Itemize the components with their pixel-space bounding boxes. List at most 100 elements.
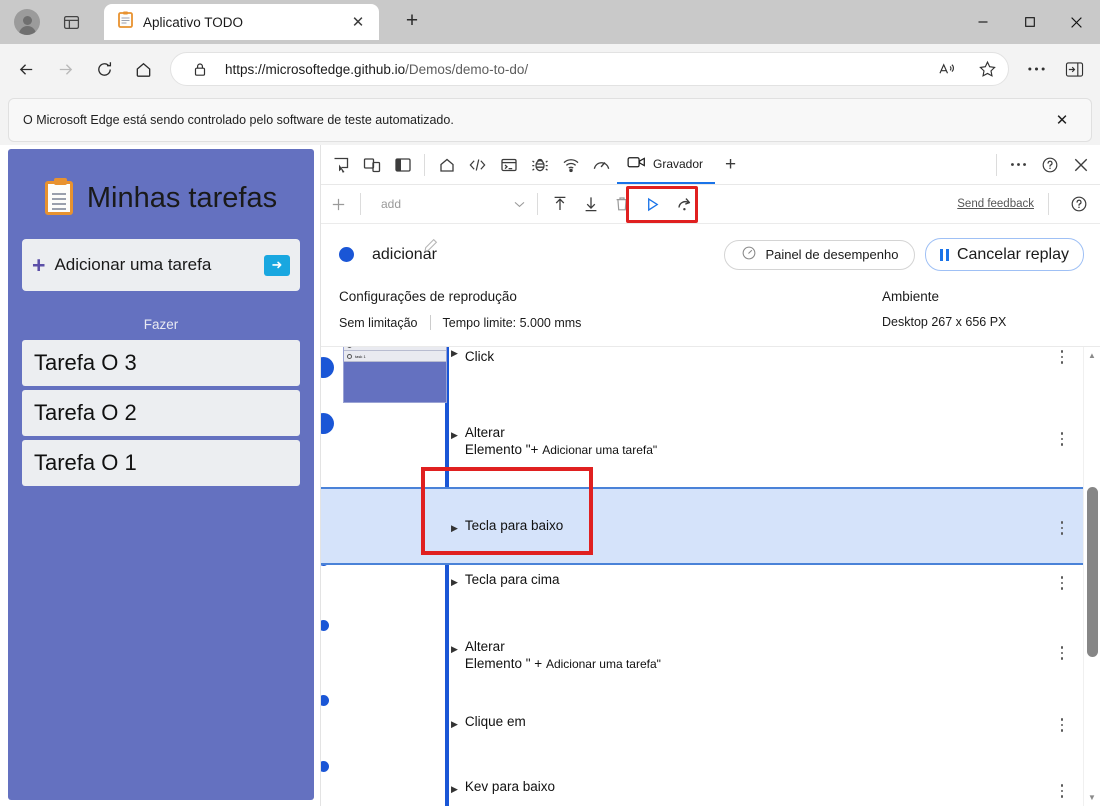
content-area: Minhas tarefas + Adicionar uma tarefa ➜ … xyxy=(0,145,1100,806)
throttling-value[interactable]: Sem limitação xyxy=(339,316,418,330)
add-task-input[interactable]: Adicionar uma tarefa xyxy=(54,255,255,275)
expand-triangle-icon[interactable]: ▶ xyxy=(451,644,458,655)
inspect-icon[interactable] xyxy=(325,149,356,180)
list-item[interactable]: Tarefa O 2 xyxy=(22,390,300,436)
step-label: Alterar xyxy=(465,424,657,442)
device-emulation-icon[interactable] xyxy=(356,149,387,180)
kebab-menu-icon[interactable] xyxy=(1055,432,1069,446)
plus-icon: + xyxy=(32,254,45,277)
network-icon[interactable] xyxy=(555,149,586,180)
console-icon[interactable] xyxy=(493,149,524,180)
import-upload-icon[interactable] xyxy=(544,189,575,220)
browser-navbar: https://microsoftedge.github.io/Demos/de… xyxy=(0,44,1100,94)
profile-avatar-icon[interactable] xyxy=(10,5,44,39)
automation-banner: O Microsoft Edge está sendo controlado p… xyxy=(8,98,1092,142)
submit-arrow-icon[interactable]: ➜ xyxy=(264,255,290,276)
table-row[interactable]: ▶ Click xyxy=(321,347,1083,413)
recorder-help-icon[interactable] xyxy=(1063,189,1094,220)
kebab-menu-icon[interactable] xyxy=(1055,784,1069,798)
performance-panel-button[interactable]: Painel de desempenho xyxy=(724,240,915,270)
url-path: /Demos/demo-to-do/ xyxy=(405,62,528,77)
tab-close-icon[interactable]: ✕ xyxy=(345,9,371,35)
devtools-help-icon[interactable] xyxy=(1034,149,1065,180)
settings-divider xyxy=(430,315,431,330)
export-download-icon[interactable] xyxy=(575,189,606,220)
step-detail-prefix: Elemento xyxy=(465,656,522,671)
expand-triangle-icon[interactable]: ▶ xyxy=(451,348,458,359)
devtools-panel: Gravador + xyxy=(320,145,1100,806)
window-controls xyxy=(959,0,1100,44)
kebab-menu-icon[interactable] xyxy=(1055,521,1069,535)
tab-favicon-clipboard-icon xyxy=(118,11,133,33)
step-label: Click xyxy=(465,348,494,366)
step-over-icon[interactable] xyxy=(668,189,699,220)
expand-triangle-icon[interactable]: ▶ xyxy=(451,719,458,730)
favorite-star-icon[interactable] xyxy=(972,54,1002,84)
browser-tab[interactable]: Aplicativo TODO ✕ xyxy=(104,4,379,40)
table-row[interactable]: ▶ Clique em xyxy=(321,705,1083,771)
lock-icon[interactable] xyxy=(185,54,215,84)
kebab-menu-icon[interactable] xyxy=(1055,576,1069,590)
expand-triangle-icon[interactable]: ▶ xyxy=(451,784,458,795)
read-aloud-icon[interactable] xyxy=(932,54,962,84)
play-triangle-icon[interactable] xyxy=(637,189,668,220)
toolbar-divider xyxy=(424,154,425,176)
automation-banner-text: O Microsoft Edge está sendo controlado p… xyxy=(23,113,1047,127)
table-row[interactable]: ▶ Alterar Elemento "+ Adicionar uma tare… xyxy=(321,413,1083,487)
table-row[interactable]: ▶ Tecla para cima xyxy=(321,565,1083,631)
timeout-value[interactable]: Tempo limite: 5.000 mms xyxy=(443,316,582,330)
url-host: https://microsoftedge.github.io xyxy=(225,62,405,77)
step-detail-quote: " + xyxy=(526,656,542,671)
environment-value: Desktop 267 x 656 PX xyxy=(882,315,1006,329)
table-row[interactable]: ▶ Alterar Elemento " + Adicionar uma tar… xyxy=(321,631,1083,705)
forward-icon xyxy=(47,51,83,87)
browser-more-icon[interactable] xyxy=(1018,51,1054,87)
add-task-row[interactable]: + Adicionar uma tarefa ➜ xyxy=(22,239,300,291)
performance-icon[interactable] xyxy=(586,149,617,180)
reload-icon[interactable] xyxy=(86,51,122,87)
window-minimize-button[interactable] xyxy=(959,0,1006,44)
scrollbar-thumb[interactable] xyxy=(1087,487,1098,657)
kebab-menu-icon[interactable] xyxy=(1055,718,1069,732)
list-item[interactable]: Tarefa O 3 xyxy=(22,340,300,386)
gauge-icon xyxy=(741,245,757,264)
playback-settings-title: Configurações de reprodução xyxy=(339,289,581,304)
expand-triangle-icon[interactable]: ▶ xyxy=(451,523,458,534)
pencil-icon[interactable] xyxy=(423,237,439,258)
devtools-toolbar: Gravador + xyxy=(321,145,1100,185)
table-row-selected[interactable]: ▶ Tecla para baixo xyxy=(321,487,1083,565)
address-bar[interactable]: https://microsoftedge.github.io/Demos/de… xyxy=(170,52,1009,86)
elements-icon[interactable] xyxy=(462,149,493,180)
new-tab-button[interactable]: + xyxy=(395,4,429,38)
devtools-close-icon[interactable] xyxy=(1065,149,1096,180)
cancel-replay-button[interactable]: Cancelar replay xyxy=(925,238,1084,271)
scroll-up-icon[interactable]: ▲ xyxy=(1084,347,1100,364)
expand-triangle-icon[interactable]: ▶ xyxy=(451,577,458,588)
steps-scrollbar[interactable]: ▲ ▼ xyxy=(1083,347,1100,806)
kebab-menu-icon[interactable] xyxy=(1055,646,1069,660)
sources-debugger-icon[interactable] xyxy=(524,149,555,180)
create-recording-icon[interactable] xyxy=(323,189,354,220)
browser-sidebar-icon[interactable] xyxy=(1056,51,1092,87)
scroll-down-icon[interactable]: ▼ xyxy=(1084,789,1100,806)
trash-icon[interactable] xyxy=(606,189,637,220)
table-row[interactable]: ▶ Kev para baixo xyxy=(321,771,1083,806)
home-icon[interactable] xyxy=(125,51,161,87)
automation-banner-close-icon[interactable]: ✕ xyxy=(1047,105,1077,135)
expand-triangle-icon[interactable]: ▶ xyxy=(451,430,458,441)
send-feedback-link[interactable]: Send feedback xyxy=(957,198,1034,210)
tab-actions-icon[interactable] xyxy=(54,5,88,39)
tab-title: Aplicativo TODO xyxy=(143,15,335,30)
devtools-more-icon[interactable] xyxy=(1003,149,1034,180)
recording-select[interactable]: add xyxy=(371,192,531,216)
window-maximize-button[interactable] xyxy=(1006,0,1053,44)
back-icon[interactable] xyxy=(8,51,44,87)
welcome-home-icon[interactable] xyxy=(431,149,462,180)
list-item[interactable]: Tarefa O 1 xyxy=(22,440,300,486)
window-close-button[interactable] xyxy=(1053,0,1100,44)
performance-panel-label: Painel de desempenho xyxy=(765,247,898,262)
kebab-menu-icon[interactable] xyxy=(1055,350,1069,364)
tab-gravador[interactable]: Gravador xyxy=(617,145,715,184)
add-panel-button[interactable]: + xyxy=(715,149,746,180)
dock-side-icon[interactable] xyxy=(387,149,418,180)
